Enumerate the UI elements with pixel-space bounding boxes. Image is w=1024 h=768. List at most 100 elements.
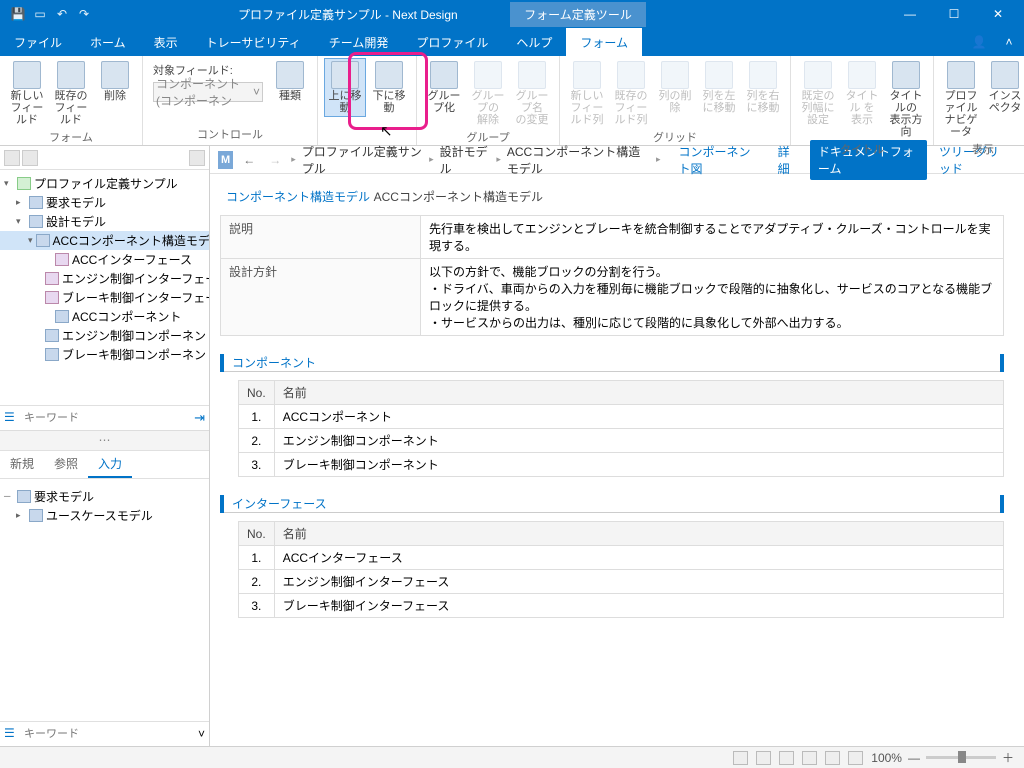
move-up-button[interactable]: 上に移動 — [324, 58, 366, 117]
grid-move-left: 列を左に移動 — [698, 58, 740, 117]
prop-val[interactable]: 以下の方針で、機能ブロックの分割を行う。 ・ドライバ、車両からの入力を種別毎に機… — [421, 259, 1004, 336]
tab-team[interactable]: チーム開発 — [315, 28, 403, 56]
delete-button[interactable]: 削除 — [94, 58, 136, 105]
zoom-in-icon[interactable]: ＋ — [1002, 749, 1014, 766]
property-table: 説明先行車を検出してエンジンとブレーキを統合制御することでアダプティブ・クルーズ… — [220, 215, 1004, 336]
status-icon[interactable] — [802, 751, 817, 765]
input-tree[interactable]: ─要求モデル▸ユースケースモデル — [0, 479, 209, 722]
tool-icon[interactable] — [4, 150, 20, 166]
target-field-combo[interactable]: コンポーネント (コンポーネン˅ — [153, 82, 263, 102]
tree-node[interactable]: ブレーキ制御コンポーネント — [0, 345, 209, 364]
sidebar: ▾プロファイル定義サンプル▸要求モデル▾設計モデル▾ACCコンポーネント構造モデ… — [0, 146, 210, 746]
panel-grip[interactable]: ⋯ — [0, 430, 209, 450]
search-action-icon[interactable]: ⇥ — [194, 410, 205, 426]
tab-input[interactable]: 入力 — [88, 451, 132, 478]
type-dropdown[interactable]: 種類 — [269, 58, 311, 105]
filter-icon[interactable]: ☰ — [4, 726, 20, 742]
table-row[interactable]: 2.エンジン制御コンポーネント — [239, 429, 1004, 453]
prop-key: 説明 — [221, 216, 421, 259]
table-row[interactable]: 3.ブレーキ制御インターフェース — [239, 594, 1004, 618]
minimize-button[interactable]: — — [888, 0, 932, 28]
status-icon[interactable] — [756, 751, 771, 765]
zoom-out-icon[interactable]: — — [908, 751, 920, 765]
component-table[interactable]: No.名前 1.ACCコンポーネント2.エンジン制御コンポーネント3.ブレーキ制… — [238, 380, 1004, 477]
tool-icon[interactable] — [189, 150, 205, 166]
existing-field-button[interactable]: 既存の フィールド — [50, 58, 92, 129]
crumb-item[interactable]: 設計モデル — [440, 143, 491, 177]
save-icon[interactable]: 💾 — [10, 6, 26, 22]
tab-view[interactable]: 表示 — [140, 28, 192, 56]
table-row[interactable]: 1.ACCコンポーネント — [239, 405, 1004, 429]
user-icon[interactable]: 👤 — [964, 28, 994, 56]
model-tree[interactable]: ▾プロファイル定義サンプル▸要求モデル▾設計モデル▾ACCコンポーネント構造モデ… — [0, 170, 209, 405]
search-input[interactable] — [24, 412, 190, 424]
tree-node[interactable]: ▸ユースケースモデル — [0, 506, 209, 525]
status-icon[interactable] — [825, 751, 840, 765]
grid-move-right: 列を右に移動 — [742, 58, 784, 117]
zoom-slider[interactable] — [926, 756, 996, 759]
maximize-button[interactable]: ☐ — [932, 0, 976, 28]
tree-node[interactable]: ─要求モデル — [0, 487, 209, 506]
tool-icon[interactable] — [22, 150, 38, 166]
default-width-button: 既定の列幅に 設定 — [797, 58, 839, 129]
context-tab[interactable]: フォーム定義ツール — [510, 2, 646, 27]
new-field-button[interactable]: 新しい フィールド — [6, 58, 48, 129]
tab-ref[interactable]: 参照 — [44, 451, 88, 478]
undo-icon[interactable]: ↶ — [54, 6, 70, 22]
zoom-control[interactable]: 100% — ＋ — [871, 749, 1014, 766]
tab-file[interactable]: ファイル — [0, 28, 76, 56]
sidebar-toolbar — [0, 146, 209, 170]
tab-trace[interactable]: トレーサビリティ — [192, 28, 315, 56]
tree-node[interactable]: エンジン制御インターフェース — [0, 269, 209, 288]
prop-key: 設計方針 — [221, 259, 421, 336]
section-header: インターフェース — [220, 495, 1004, 513]
main-menu: ファイル ホーム 表示 トレーサビリティ チーム開発 プロファイル ヘルプ フォ… — [0, 28, 1024, 56]
group-button[interactable]: グループ化 — [423, 58, 465, 117]
nav-fwd[interactable]: → — [265, 153, 285, 167]
table-row[interactable]: 3.ブレーキ制御コンポーネント — [239, 453, 1004, 477]
new-icon[interactable]: ▭ — [32, 6, 48, 22]
tree-node[interactable]: エンジン制御コンポーネント — [0, 326, 209, 345]
dropdown-icon[interactable]: ˅ — [198, 727, 205, 741]
move-down-button[interactable]: 下に移動 — [368, 58, 410, 117]
crumb-item[interactable]: プロファイル定義サンプル — [302, 143, 423, 177]
table-row[interactable]: 1.ACCインターフェース — [239, 546, 1004, 570]
title-direction-button[interactable]: タイトルの 表示方向 — [885, 58, 927, 141]
tab-profile[interactable]: プロファイル — [402, 28, 502, 56]
tree-node[interactable]: ACCコンポーネント — [0, 307, 209, 326]
interface-table[interactable]: No.名前 1.ACCインターフェース2.エンジン制御インターフェース3.ブレー… — [238, 521, 1004, 618]
tree-node[interactable]: ▸要求モデル — [0, 193, 209, 212]
search-input-2[interactable] — [24, 728, 194, 740]
sidebar-tabs: 新規 参照 入力 — [0, 450, 209, 479]
search-box[interactable]: ☰ ⇥ — [0, 405, 209, 430]
rename-group-button: グループ名 の変更 — [511, 58, 553, 129]
status-icon[interactable] — [848, 751, 863, 765]
prop-val[interactable]: 先行車を検出してエンジンとブレーキを統合制御することでアダプティブ・クルーズ・コ… — [421, 216, 1004, 259]
ribbon: 新しい フィールド 既存の フィールド 削除 フォーム 対象フィールド: コンポ… — [0, 56, 1024, 146]
tab-home[interactable]: ホーム — [76, 28, 140, 56]
nav-back[interactable]: ← — [239, 153, 259, 167]
tree-node[interactable]: ▾プロファイル定義サンプル — [0, 174, 209, 193]
tree-node[interactable]: ▾設計モデル — [0, 212, 209, 231]
filter-icon[interactable]: ☰ — [4, 410, 20, 426]
redo-icon[interactable]: ↷ — [76, 6, 92, 22]
tree-node[interactable]: ACCインターフェース — [0, 250, 209, 269]
close-button[interactable]: ✕ — [976, 0, 1020, 28]
tree-node[interactable]: ▾ACCコンポーネント構造モデル — [0, 231, 209, 250]
profile-navigator-button[interactable]: プロファイル ナビゲータ — [940, 58, 982, 141]
title-bar: 💾 ▭ ↶ ↷ プロファイル定義サンプル - Next Design フォーム定… — [0, 0, 1024, 28]
crumb-item[interactable]: ACCコンポーネント構造モデル — [507, 143, 650, 177]
inspector-button[interactable]: インスペクタ — [984, 58, 1024, 117]
doc-title: コンポーネント構造モデル ACCコンポーネント構造モデル — [220, 188, 1004, 205]
document-content: コンポーネント構造モデル ACCコンポーネント構造モデル 説明先行車を検出してエ… — [210, 174, 1024, 746]
tab-form[interactable]: フォーム — [566, 28, 642, 56]
table-row[interactable]: 2.エンジン制御インターフェース — [239, 570, 1004, 594]
grid-delete-col: 列の削除 — [654, 58, 696, 117]
tab-help[interactable]: ヘルプ — [502, 28, 566, 56]
view-component-diagram[interactable]: コンポーネント図 — [672, 143, 765, 177]
status-icon[interactable] — [733, 751, 748, 765]
collapse-ribbon-icon[interactable]: ˄ — [994, 28, 1024, 56]
tree-node[interactable]: ブレーキ制御インターフェース — [0, 288, 209, 307]
tab-new[interactable]: 新規 — [0, 451, 44, 478]
status-icon[interactable] — [779, 751, 794, 765]
